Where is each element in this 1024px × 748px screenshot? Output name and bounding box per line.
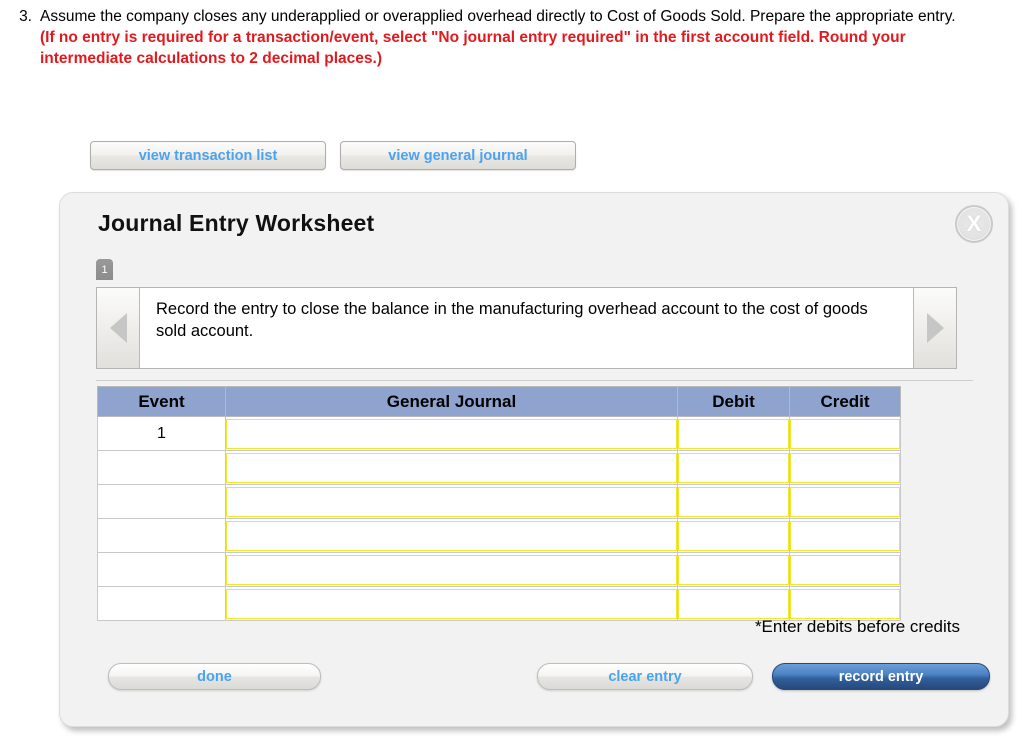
chevron-right-icon[interactable] <box>913 288 956 368</box>
worksheet-prompt-row: Record the entry to close the balance in… <box>96 287 957 369</box>
done-button[interactable]: done <box>108 663 321 690</box>
table-top-divider <box>96 380 973 381</box>
cell-debit <box>677 450 790 485</box>
cell-event <box>97 484 226 519</box>
cell-debit <box>677 416 790 451</box>
journal-entry-table-body: 1 <box>97 416 901 621</box>
chevron-left-glyph <box>109 313 127 343</box>
cell-debit-input[interactable] <box>678 588 789 619</box>
view-general-journal-button[interactable]: view general journal <box>340 141 576 170</box>
cell-general-journal-input[interactable] <box>226 486 677 517</box>
cell-credit <box>789 484 901 519</box>
cell-credit <box>789 552 901 587</box>
cell-event: 1 <box>97 416 226 451</box>
journal-entry-worksheet-panel: Journal Entry Worksheet X 1 Record the e… <box>59 192 1009 727</box>
table-row <box>97 518 901 553</box>
cell-general-journal-input[interactable] <box>226 588 677 619</box>
chevron-left-icon[interactable] <box>97 288 140 368</box>
cell-general-journal-input[interactable] <box>226 554 677 585</box>
question-block: 3. Assume the company closes any underap… <box>14 6 974 69</box>
journal-entry-table: Event General Journal Debit Credit 1 <box>97 386 901 621</box>
close-icon[interactable]: X <box>955 205 993 243</box>
entry-tab-1[interactable]: 1 <box>96 259 113 280</box>
column-header-credit: Credit <box>789 386 901 417</box>
worksheet-prompt-text: Record the entry to close the balance in… <box>140 288 913 368</box>
question-number: 3. <box>19 8 32 25</box>
cell-debit-input[interactable] <box>678 486 789 517</box>
cell-debit-input[interactable] <box>678 452 789 483</box>
cell-journal <box>225 586 678 621</box>
cell-debit-input[interactable] <box>678 418 789 449</box>
cell-credit-input[interactable] <box>790 520 900 551</box>
cell-journal <box>225 552 678 587</box>
cell-credit-input[interactable] <box>790 418 900 449</box>
question-text-plain: Assume the company closes any underappli… <box>40 8 956 25</box>
cell-debit <box>677 552 790 587</box>
cell-debit-input[interactable] <box>678 520 789 551</box>
table-header-row: Event General Journal Debit Credit <box>97 386 901 417</box>
table-row <box>97 484 901 519</box>
clear-entry-button[interactable]: clear entry <box>537 663 753 690</box>
cell-credit <box>789 416 901 451</box>
enter-debits-note: *Enter debits before credits <box>754 617 960 636</box>
cell-credit-input[interactable] <box>790 452 900 483</box>
page-title: Journal Entry Worksheet <box>98 210 375 236</box>
cell-debit-input[interactable] <box>678 554 789 585</box>
question-text: Assume the company closes any underappli… <box>40 6 974 69</box>
cell-debit <box>677 484 790 519</box>
cell-event <box>97 518 226 553</box>
cell-credit-input[interactable] <box>790 588 900 619</box>
entry-tab-strip: 1 <box>96 259 113 280</box>
cell-journal <box>225 416 678 451</box>
cell-general-journal-input[interactable] <box>226 452 677 483</box>
column-header-debit: Debit <box>677 386 790 417</box>
cell-debit <box>677 518 790 553</box>
table-row <box>97 450 901 485</box>
question-text-emphasis: (If no entry is required for a transacti… <box>40 29 906 67</box>
cell-credit <box>789 518 901 553</box>
view-transaction-list-button[interactable]: view transaction list <box>90 141 326 170</box>
cell-credit <box>789 450 901 485</box>
cell-journal <box>225 518 678 553</box>
cell-event <box>97 586 226 621</box>
table-row <box>97 586 901 621</box>
cell-journal <box>225 450 678 485</box>
record-entry-button[interactable]: record entry <box>772 663 990 690</box>
table-row: 1 <box>97 416 901 451</box>
column-header-event: Event <box>97 386 226 417</box>
chevron-right-glyph <box>926 313 944 343</box>
table-row <box>97 552 901 587</box>
close-icon-glyph: X <box>966 211 982 236</box>
view-buttons-group: view transaction list view general journ… <box>90 141 576 170</box>
cell-credit-input[interactable] <box>790 486 900 517</box>
cell-journal <box>225 484 678 519</box>
cell-general-journal-input[interactable] <box>226 418 677 449</box>
cell-event <box>97 450 226 485</box>
column-header-general-journal: General Journal <box>225 386 678 417</box>
cell-credit <box>789 586 901 621</box>
cell-debit <box>677 586 790 621</box>
cell-credit-input[interactable] <box>790 554 900 585</box>
cell-general-journal-input[interactable] <box>226 520 677 551</box>
cell-event <box>97 552 226 587</box>
